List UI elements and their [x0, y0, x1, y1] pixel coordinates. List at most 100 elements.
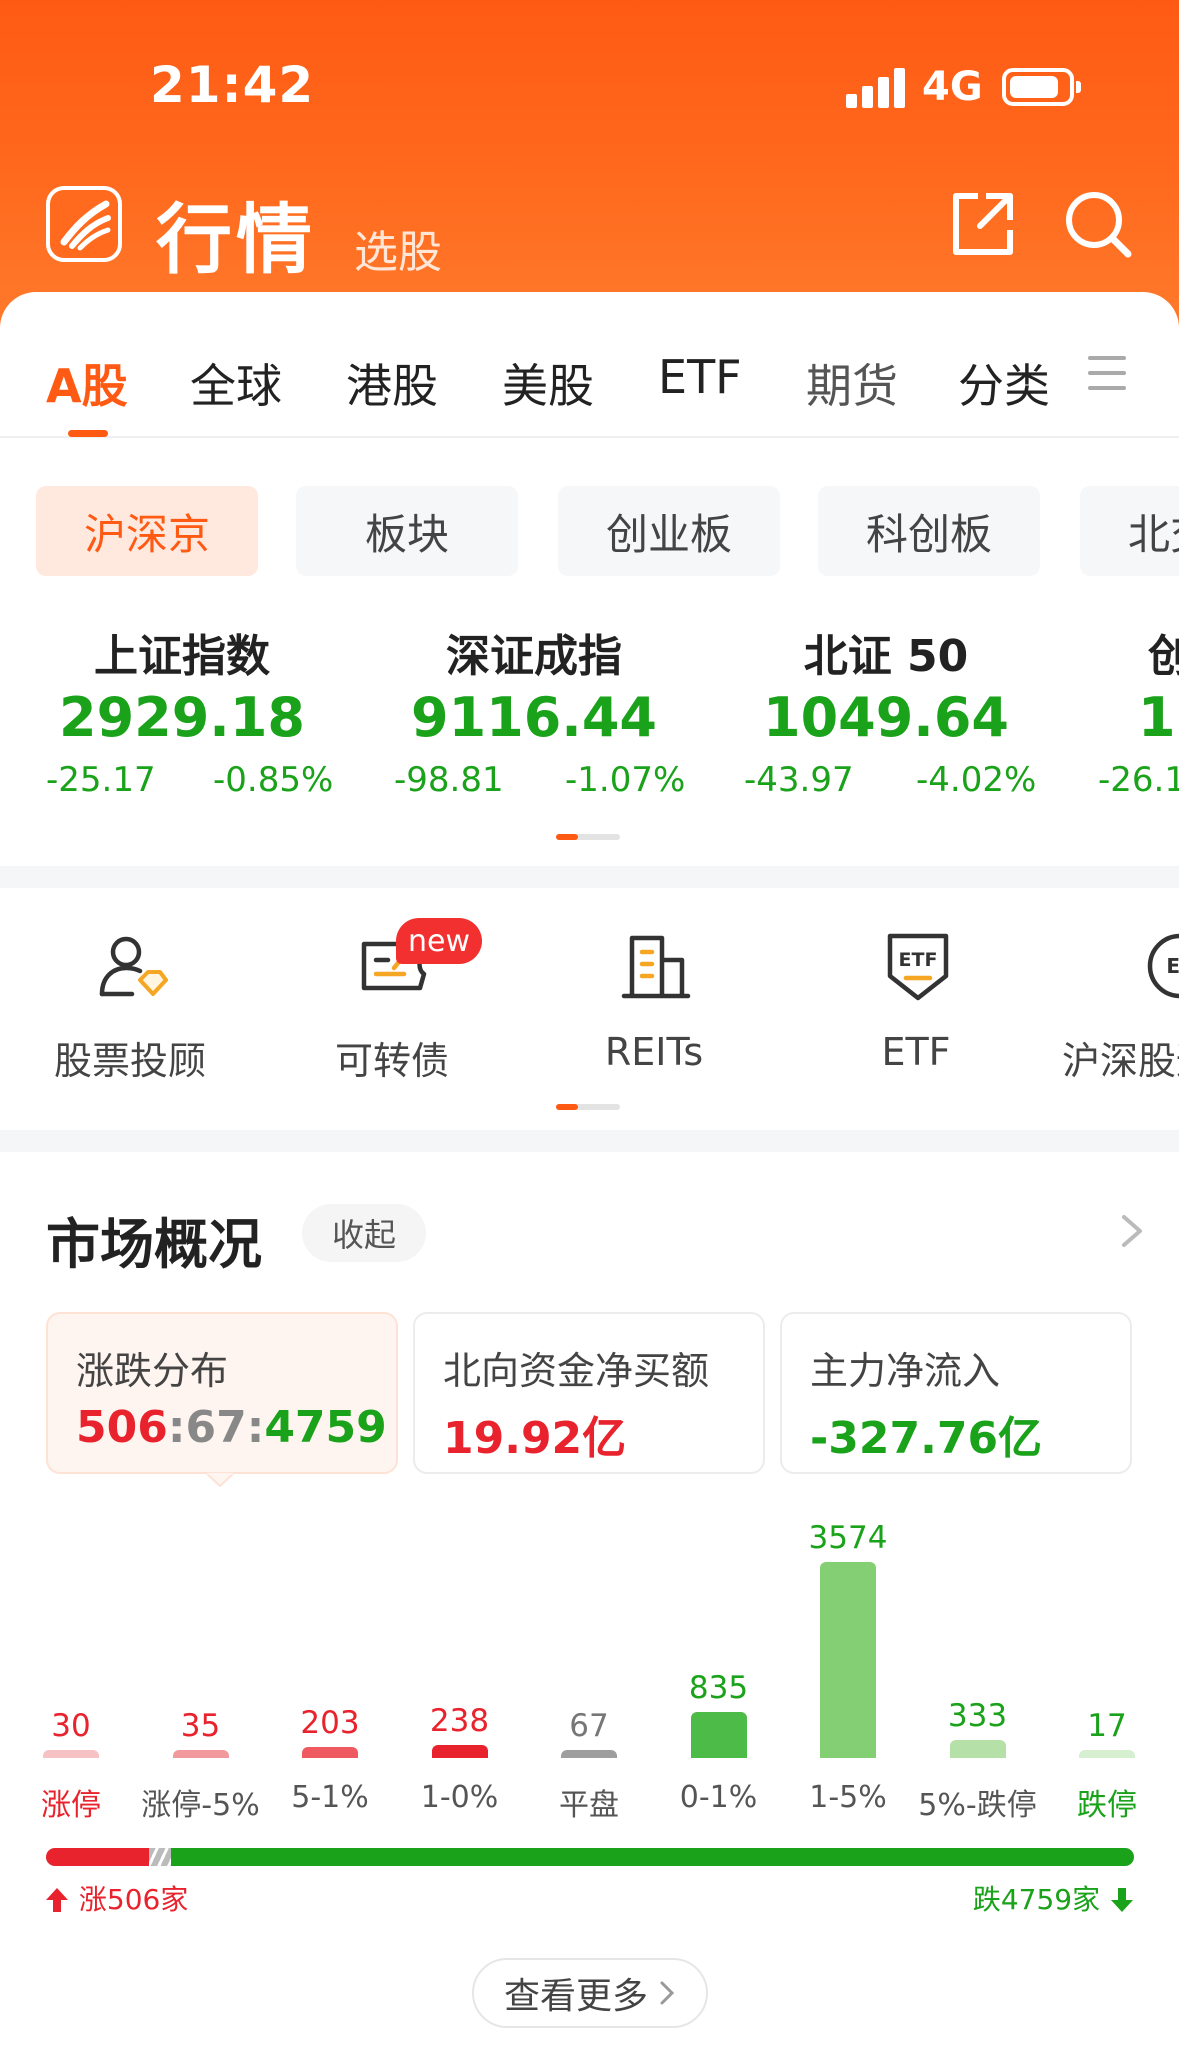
collapse-button[interactable]: 收起: [302, 1204, 426, 1262]
shortcut-scroll-indicator: [556, 1104, 620, 1110]
bar-value-label: 238: [429, 1703, 490, 1739]
share-icon[interactable]: [944, 186, 1020, 262]
bar-category-label: 5-1%: [291, 1780, 369, 1815]
index-row: 上证指数 2929.18 -25.17 -0.85% 深证成指 9116.44 …: [0, 620, 1179, 820]
index-scroll-indicator: [556, 834, 620, 840]
app-header: 行情 选股: [0, 170, 1179, 290]
separator: :: [246, 1402, 265, 1453]
tab-etf[interactable]: ETF: [658, 350, 742, 404]
index-card-chinext[interactable]: 创业板指 1731.52 -26.18: [1062, 620, 1179, 820]
shortcut-label: 可转债: [334, 1039, 449, 1083]
market-tabs: A股 全球 港股 美股 ETF 期货 分类: [0, 330, 1179, 438]
index-card-bse50[interactable]: 北证 50 1049.64 -43.97 -4.02%: [710, 620, 1062, 820]
bar: [561, 1750, 617, 1758]
status-bar: 21:42 4G: [0, 0, 1179, 170]
bar-column: 835 0-1%: [664, 1490, 774, 1820]
fall-count-label: 跌4759家: [973, 1878, 1135, 1918]
tab-us-stocks[interactable]: 美股: [502, 350, 594, 416]
tab-a-shares[interactable]: A股: [46, 350, 128, 416]
building-icon: [620, 930, 692, 1002]
distribution-chart: 30 涨停 35 涨停-5% 203 5-1% 238 1-0% 67 平盘 835 0-1% 3574…: [0, 1490, 1179, 1823]
app-logo-icon[interactable]: [46, 186, 122, 262]
rise-count-text: 涨506家: [78, 1883, 189, 1916]
shortcut-stock-advisor[interactable]: 股票投顾: [0, 890, 260, 1090]
index-card-szse[interactable]: 深证成指 9116.44 -98.81 -1.07%: [358, 620, 710, 820]
etf-circle-icon: ET: [1144, 930, 1179, 1002]
ratio-down-segment: [171, 1848, 1134, 1866]
bar-column: 333 5%-跌停: [918, 1490, 1036, 1823]
chevron-right-icon[interactable]: [1118, 1214, 1146, 1248]
stock-picker-link[interactable]: 选股: [354, 216, 442, 280]
bar: [820, 1562, 876, 1758]
stat-value: -327.76亿: [810, 1413, 1043, 1464]
market-overview-title: 市场概况: [46, 1213, 262, 1276]
stat-card-northbound[interactable]: 北向资金净买额 19.92亿: [413, 1312, 765, 1474]
stat-label: 北向资金净买额: [443, 1349, 710, 1393]
svg-text:ETF: ETF: [899, 949, 938, 971]
fall-count-text: 跌4759家: [972, 1883, 1101, 1916]
bar-value-label: 67: [569, 1708, 609, 1744]
tab-hk-stocks[interactable]: 港股: [346, 350, 438, 416]
rise-count-label: 涨506家: [44, 1878, 188, 1918]
shortcut-hk-connect[interactable]: ET 沪深股通: [1048, 890, 1179, 1090]
index-change: -26.18: [1098, 760, 1179, 800]
battery-level: [1010, 76, 1058, 98]
subtab-star-market[interactable]: 科创板: [818, 486, 1040, 576]
bar-category-label: 跌停: [1077, 1788, 1137, 1823]
tab-futures[interactable]: 期货: [806, 350, 898, 416]
index-value: 1731.52: [1138, 686, 1179, 749]
page-title: 行情: [156, 195, 316, 284]
subtab-bse[interactable]: 北交所: [1080, 486, 1179, 576]
shortcut-etf[interactable]: ETF ETF: [786, 890, 1046, 1090]
shortcut-label: REITs: [604, 1030, 704, 1074]
bar-category-label: 1-5%: [809, 1780, 887, 1815]
ratio-flat-segment: [149, 1848, 171, 1866]
bar-value-label: 203: [300, 1705, 360, 1741]
stat-label: 涨跌分布: [76, 1349, 229, 1393]
tab-category[interactable]: 分类: [958, 350, 1050, 416]
bar-category-label: 涨停: [41, 1788, 101, 1823]
subtab-shanghai-shenzhen-beijing[interactable]: 沪深京: [36, 486, 258, 576]
tab-global[interactable]: 全球: [190, 350, 282, 416]
stat-label: 主力净流入: [810, 1349, 1001, 1393]
stat-value: 19.92亿: [443, 1413, 627, 1464]
down-count: 4759: [264, 1402, 387, 1453]
active-tab-indicator: [68, 430, 108, 437]
subtab-sectors[interactable]: 板块: [296, 486, 518, 576]
shortcut-reits[interactable]: REITs: [524, 890, 784, 1090]
separator: :: [167, 1402, 186, 1453]
status-time: 21:42: [150, 56, 315, 114]
section-divider: [0, 1130, 1179, 1152]
bar: [302, 1747, 358, 1758]
shortcut-row: 股票投顾 可转债 REITs ETF ETF E 沪深股: [0, 890, 1179, 1110]
index-card-sse[interactable]: 上证指数 2929.18 -25.17 -0.85%: [6, 620, 358, 820]
index-name: 创业板指: [1148, 631, 1179, 682]
stat-card-main-inflow[interactable]: 主力净流入 -327.76亿: [780, 1312, 1132, 1474]
index-change: -25.17: [46, 760, 156, 800]
new-badge: new: [396, 918, 482, 964]
shortcut-label: ETF: [881, 1030, 951, 1074]
bar-column: 203 5-1%: [275, 1490, 385, 1820]
sub-tabs: 沪深京 板块 创业板 科创板 北交所: [0, 486, 1179, 578]
bar-column: 30 涨停: [16, 1490, 126, 1823]
index-change: -43.97: [744, 760, 854, 800]
bar-value-label: 30: [51, 1708, 91, 1744]
menu-icon[interactable]: [1088, 356, 1126, 396]
index-percent: -1.07%: [565, 760, 686, 800]
bar: [949, 1740, 1006, 1758]
index-name: 北证 50: [803, 631, 969, 682]
stat-card-distribution[interactable]: 涨跌分布 506:67:4759: [46, 1312, 398, 1474]
flat-count: 67: [185, 1402, 247, 1453]
network-type: 4G: [922, 64, 983, 110]
bar-value-label: 3574: [808, 1520, 888, 1556]
search-icon[interactable]: [1060, 186, 1136, 262]
shortcut-convertible-bond[interactable]: 可转债: [262, 890, 522, 1090]
subtab-chinext[interactable]: 创业板: [558, 486, 780, 576]
advisor-icon: [96, 930, 168, 1002]
bar-column: 35 涨停-5%: [141, 1490, 259, 1823]
view-more-button[interactable]: 查看更多: [472, 1958, 708, 2028]
index-percent: -0.85%: [213, 760, 334, 800]
up-count: 506: [76, 1402, 168, 1453]
index-name: 上证指数: [94, 631, 270, 682]
bar-value-label: 333: [947, 1698, 1008, 1734]
